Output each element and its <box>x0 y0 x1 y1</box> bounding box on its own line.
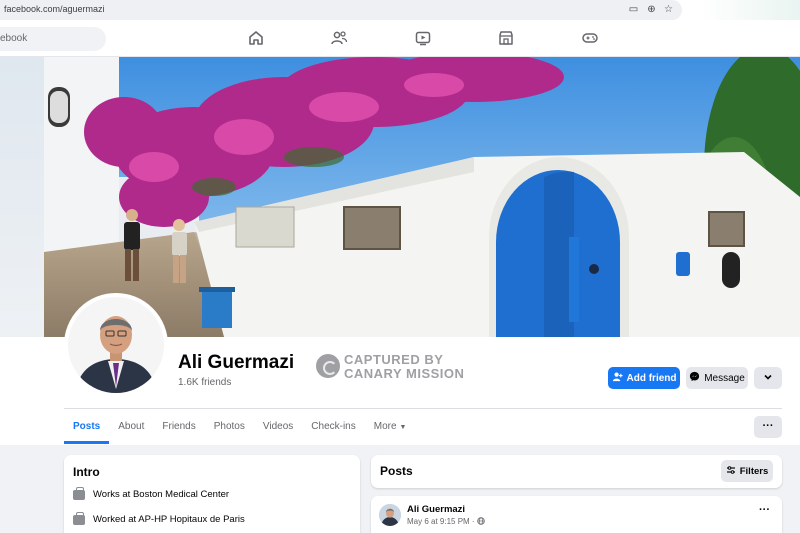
posts-title: Posts <box>380 464 413 478</box>
watermark-logo-icon <box>316 354 340 378</box>
watermark-line2: CANARY MISSION <box>344 366 465 381</box>
search-placeholder: ebook <box>0 33 28 44</box>
chevron-down-icon <box>763 372 773 385</box>
intro-item-text[interactable]: Worked at AP-HP Hopitaux de Paris <box>93 514 245 525</box>
cover-scene <box>44 57 800 337</box>
zoom-icon[interactable]: ⊕ <box>646 4 657 15</box>
install-app-icon[interactable]: ▭ <box>628 4 639 15</box>
messenger-icon <box>689 371 700 385</box>
tab-check-ins[interactable]: Check-ins <box>302 410 364 444</box>
more-profile-actions-button[interactable] <box>754 367 782 389</box>
profile-name: Ali Guermazi <box>178 352 295 373</box>
friends-icon[interactable] <box>330 29 348 47</box>
search-input[interactable]: ebook <box>0 27 106 51</box>
watermark-line1: CAPTURED BY <box>344 352 444 367</box>
avatar-portrait <box>68 297 164 393</box>
friends-count[interactable]: 1.6K friends <box>178 377 231 388</box>
globe-icon <box>477 517 485 526</box>
post-author-avatar[interactable] <box>379 504 401 526</box>
post-author-name[interactable]: Ali Guermazi <box>407 504 465 515</box>
tab-about[interactable]: About <box>109 410 153 444</box>
ellipsis-icon: ··· <box>762 420 774 432</box>
post-options-button[interactable]: ··· <box>759 504 770 516</box>
tab-posts[interactable]: Posts <box>64 410 110 444</box>
profile-divider <box>64 408 782 409</box>
video-icon[interactable] <box>414 29 432 47</box>
add-user-icon <box>612 371 623 385</box>
add-friend-button[interactable]: Add friend <box>608 367 680 389</box>
caret-down-icon: ▼ <box>399 424 407 431</box>
tab-more[interactable]: More ▼ <box>365 410 416 444</box>
browser-extension-area <box>700 0 800 20</box>
tab-videos[interactable]: Videos <box>254 410 302 444</box>
tabs-more-options-button[interactable]: ··· <box>754 416 782 438</box>
briefcase-icon <box>73 511 85 525</box>
add-friend-label: Add friend <box>626 372 677 384</box>
filters-label: Filters <box>739 465 769 477</box>
intro-item: Worked at AP-HP Hopitaux de Paris <box>73 511 245 525</box>
intro-item: Works at Boston Medical Center <box>73 486 229 500</box>
bookmark-star-icon[interactable]: ☆ <box>663 4 674 15</box>
intro-title: Intro <box>73 465 100 479</box>
filters-button[interactable]: Filters <box>721 460 773 482</box>
message-label: Message <box>704 372 745 384</box>
address-field[interactable]: facebook.com/aguermazi ▭ ⊕ ☆ <box>0 0 682 20</box>
sliders-icon <box>726 465 736 478</box>
browser-url-bar: facebook.com/aguermazi ▭ ⊕ ☆ <box>0 0 800 20</box>
tab-photos[interactable]: Photos <box>205 410 254 444</box>
post-time-text: May 6 at 9:15 PM · <box>407 517 477 526</box>
briefcase-icon <box>73 486 85 500</box>
profile-tabs: Posts About Friends Photos Videos Check-… <box>64 410 415 444</box>
intro-item-text[interactable]: Works at Boston Medical Center <box>93 489 229 500</box>
url-text[interactable]: facebook.com/aguermazi <box>4 4 105 14</box>
intro-card: Intro Works at Boston Medical Center Wor… <box>64 455 360 533</box>
posts-header-card: Posts Filters <box>371 455 782 488</box>
tab-more-label: More <box>373 421 397 432</box>
message-button[interactable]: Message <box>686 367 748 389</box>
post-timestamp[interactable]: May 6 at 9:15 PM · <box>407 517 485 526</box>
marketplace-icon[interactable] <box>497 29 515 47</box>
profile-avatar[interactable] <box>64 293 168 397</box>
facebook-top-nav: ebook <box>0 20 800 57</box>
cover-photo[interactable] <box>44 57 800 337</box>
gaming-icon[interactable] <box>581 29 599 47</box>
home-icon[interactable] <box>247 29 265 47</box>
ellipsis-icon: ··· <box>759 504 770 516</box>
post-card: Ali Guermazi May 6 at 9:15 PM · ··· <box>371 496 782 533</box>
tab-friends[interactable]: Friends <box>153 410 204 444</box>
